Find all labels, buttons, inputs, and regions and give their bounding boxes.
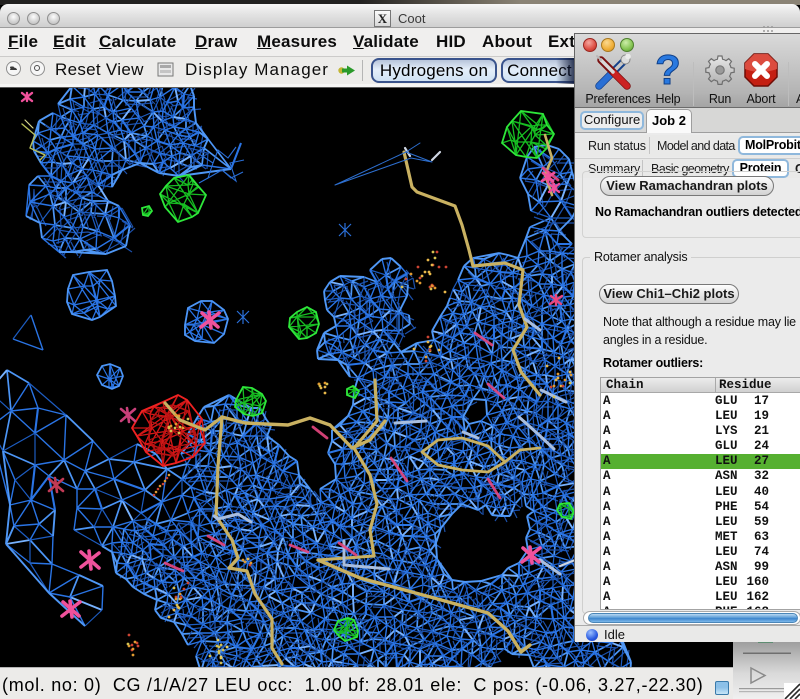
svg-text:?: ? xyxy=(655,48,681,92)
